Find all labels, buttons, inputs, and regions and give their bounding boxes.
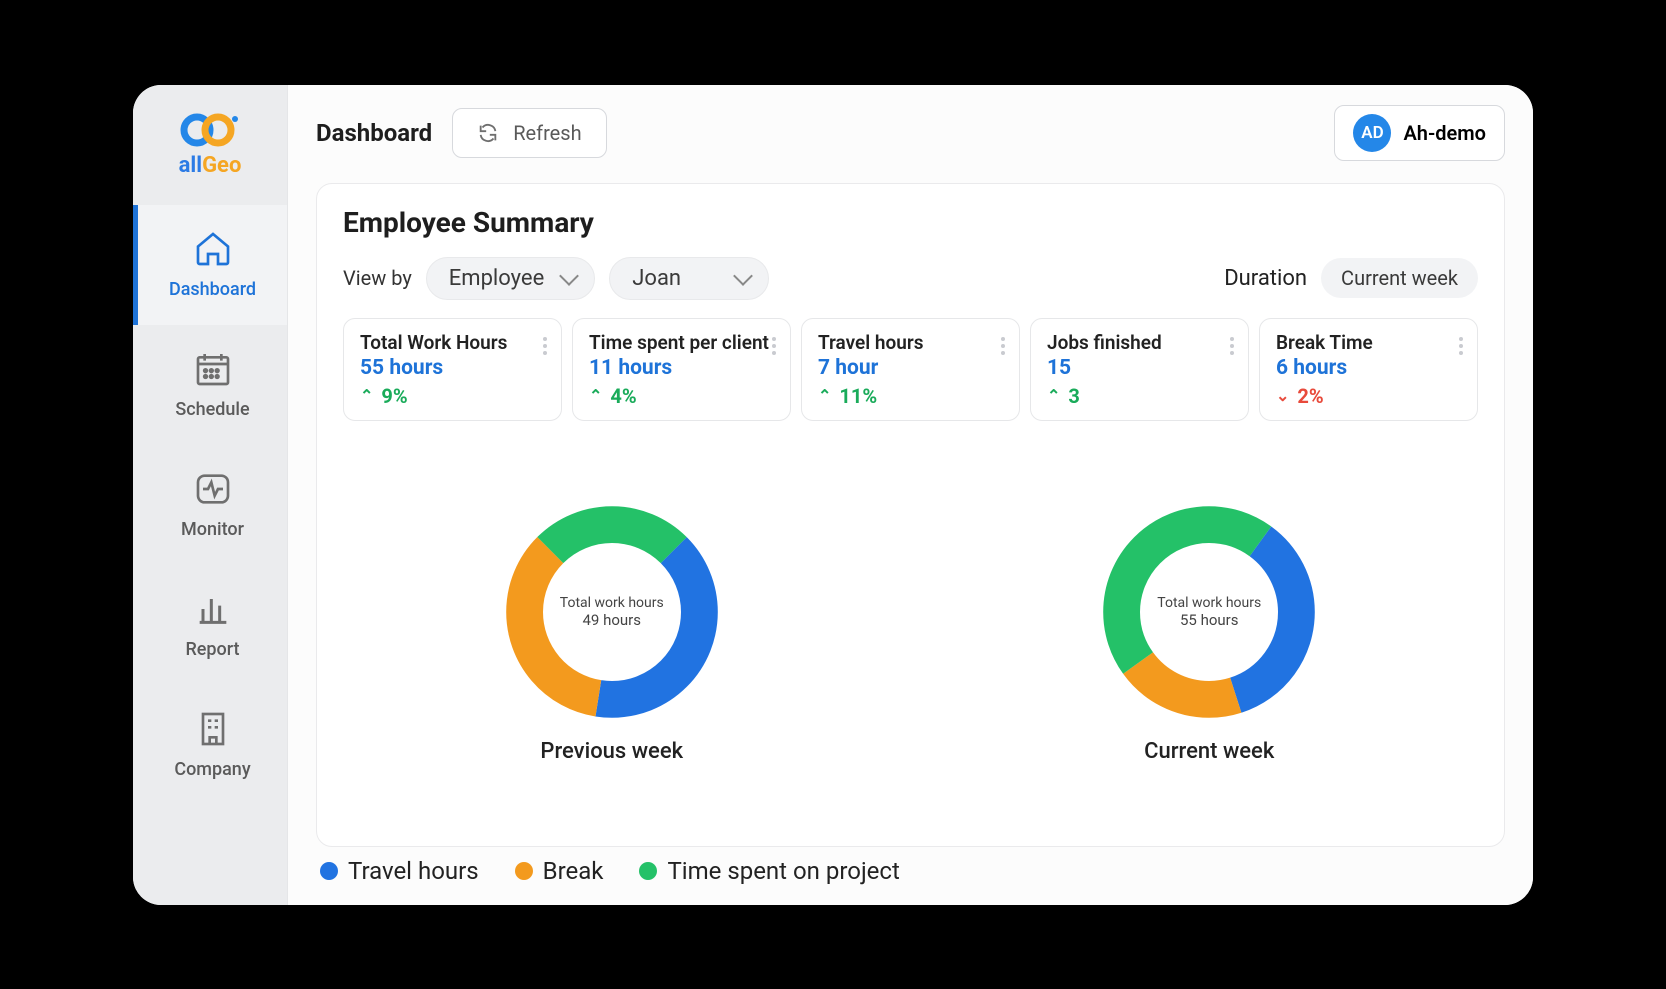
arrow-down-icon: ⌄ bbox=[1276, 386, 1289, 405]
user-menu[interactable]: AD Ah-demo bbox=[1334, 105, 1505, 161]
stat-value: 6 hours bbox=[1276, 356, 1461, 380]
more-icon[interactable] bbox=[997, 333, 1009, 359]
legend-dot bbox=[320, 862, 338, 880]
charts-row: Total work hours 49 hours Previous week bbox=[343, 437, 1478, 824]
sidebar-item-label: Monitor bbox=[181, 519, 244, 540]
stat-card-break-time: Break Time 6 hours ⌄2% bbox=[1259, 318, 1478, 421]
legend-item-travel: Travel hours bbox=[320, 857, 479, 885]
refresh-label: Refresh bbox=[513, 121, 581, 145]
sidebar-item-schedule[interactable]: Schedule bbox=[133, 325, 287, 445]
sidebar-item-label: Report bbox=[185, 639, 239, 660]
stat-card-time-per-client: Time spent per client 11 hours ⌃4% bbox=[572, 318, 791, 421]
activity-icon bbox=[193, 469, 233, 509]
topbar: Dashboard Refresh AD Ah-demo bbox=[316, 105, 1505, 161]
chevron-down-icon bbox=[733, 266, 753, 286]
donut-center-value: 49 hours bbox=[560, 611, 664, 629]
arrow-up-icon: ⌃ bbox=[1047, 386, 1060, 405]
stat-title: Travel hours bbox=[818, 331, 1003, 354]
employee-value: Joan bbox=[632, 266, 681, 291]
stat-change: ⌃3 bbox=[1047, 384, 1232, 408]
chart-title: Current week bbox=[1144, 739, 1274, 764]
calendar-icon bbox=[193, 349, 233, 389]
more-icon[interactable] bbox=[768, 333, 780, 359]
arrow-up-icon: ⌃ bbox=[818, 386, 831, 405]
chart-title: Previous week bbox=[540, 739, 683, 764]
view-by-value: Employee bbox=[449, 266, 545, 291]
main-content: Dashboard Refresh AD Ah-demo Employee Su… bbox=[288, 85, 1533, 905]
logo: allGeo bbox=[133, 85, 287, 205]
sidebar-item-dashboard[interactable]: Dashboard bbox=[133, 205, 287, 325]
arrow-up-icon: ⌃ bbox=[360, 386, 373, 405]
donut-center-label: Total work hours bbox=[1157, 595, 1261, 611]
employee-dropdown[interactable]: Joan bbox=[609, 257, 769, 300]
sidebar: allGeo Dashboard Schedule Monitor bbox=[133, 85, 288, 905]
sidebar-item-label: Company bbox=[174, 759, 250, 780]
donut-center-value: 55 hours bbox=[1157, 611, 1261, 629]
chart-current-week: Total work hours 55 hours Current week bbox=[1094, 497, 1324, 764]
refresh-button[interactable]: Refresh bbox=[452, 108, 606, 158]
stat-change: ⌃9% bbox=[360, 384, 545, 408]
building-icon bbox=[193, 709, 233, 749]
stat-value: 11 hours bbox=[589, 356, 774, 380]
sidebar-item-label: Dashboard bbox=[169, 279, 256, 300]
arrow-up-icon: ⌃ bbox=[589, 386, 602, 405]
section-title: Employee Summary bbox=[343, 206, 1478, 239]
page-title: Dashboard bbox=[316, 119, 432, 147]
sidebar-item-monitor[interactable]: Monitor bbox=[133, 445, 287, 565]
stat-value: 55 hours bbox=[360, 356, 545, 380]
stats-row: Total Work Hours 55 hours ⌃9% Time spent… bbox=[343, 318, 1478, 421]
more-icon[interactable] bbox=[1226, 333, 1238, 359]
refresh-icon bbox=[477, 122, 499, 144]
legend-dot bbox=[515, 862, 533, 880]
stat-change: ⌃11% bbox=[818, 384, 1003, 408]
view-by-dropdown[interactable]: Employee bbox=[426, 257, 596, 300]
donut-center: Total work hours 55 hours bbox=[1157, 595, 1261, 629]
donut-center-label: Total work hours bbox=[560, 595, 664, 611]
legend-label: Time spent on project bbox=[667, 857, 899, 885]
stat-title: Time spent per client bbox=[589, 331, 774, 354]
legend-item-project: Time spent on project bbox=[639, 857, 899, 885]
more-icon[interactable] bbox=[539, 333, 551, 359]
donut-chart: Total work hours 49 hours bbox=[497, 497, 727, 727]
donut-chart: Total work hours 55 hours bbox=[1094, 497, 1324, 727]
legend-label: Travel hours bbox=[348, 857, 479, 885]
sidebar-item-company[interactable]: Company bbox=[133, 685, 287, 805]
chart-previous-week: Total work hours 49 hours Previous week bbox=[497, 497, 727, 764]
bar-chart-icon bbox=[193, 589, 233, 629]
employee-summary-card: Employee Summary View by Employee Joan D… bbox=[316, 183, 1505, 847]
stat-card-jobs-finished: Jobs finished 15 ⌃3 bbox=[1030, 318, 1249, 421]
stat-change: ⌃4% bbox=[589, 384, 774, 408]
stat-value: 7 hour bbox=[818, 356, 1003, 380]
legend-label: Break bbox=[543, 857, 604, 885]
sidebar-item-report[interactable]: Report bbox=[133, 565, 287, 685]
app-window: allGeo Dashboard Schedule Monitor bbox=[133, 85, 1533, 905]
filter-row: View by Employee Joan Duration Current w… bbox=[343, 257, 1478, 300]
duration-label: Duration bbox=[1224, 266, 1307, 291]
chevron-down-icon bbox=[559, 266, 579, 286]
stat-card-travel-hours: Travel hours 7 hour ⌃11% bbox=[801, 318, 1020, 421]
avatar: AD bbox=[1353, 114, 1391, 152]
stat-title: Break Time bbox=[1276, 331, 1461, 354]
donut-center: Total work hours 49 hours bbox=[560, 595, 664, 629]
stat-title: Total Work Hours bbox=[360, 331, 545, 354]
stat-card-total-work-hours: Total Work Hours 55 hours ⌃9% bbox=[343, 318, 562, 421]
more-icon[interactable] bbox=[1455, 333, 1467, 359]
legend-dot bbox=[639, 862, 657, 880]
legend-item-break: Break bbox=[515, 857, 604, 885]
stat-change: ⌄2% bbox=[1276, 384, 1461, 408]
user-name: Ah-demo bbox=[1403, 121, 1486, 145]
duration-value: Current week bbox=[1341, 266, 1458, 290]
home-icon bbox=[193, 229, 233, 269]
logo-icon bbox=[179, 111, 241, 149]
legend: Travel hours Break Time spent on project bbox=[316, 847, 1505, 885]
view-by-label: View by bbox=[343, 266, 412, 290]
duration-pill[interactable]: Current week bbox=[1321, 258, 1478, 298]
sidebar-item-label: Schedule bbox=[175, 399, 249, 420]
stat-title: Jobs finished bbox=[1047, 331, 1232, 354]
stat-value: 15 bbox=[1047, 356, 1232, 380]
